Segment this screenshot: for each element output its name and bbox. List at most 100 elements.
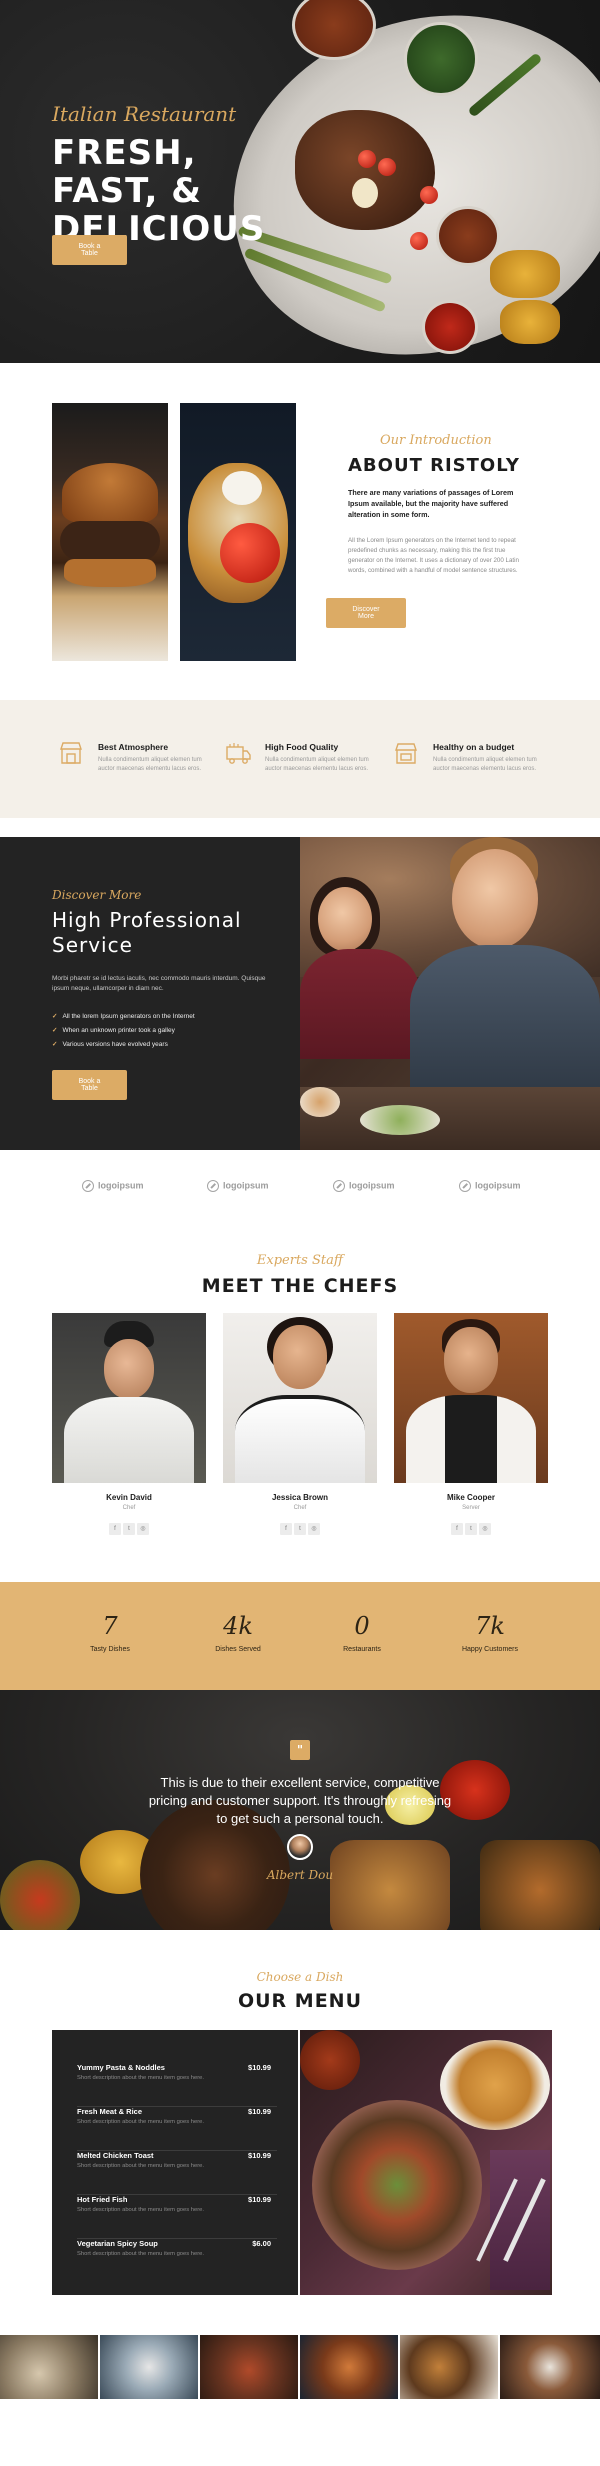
hero-corn-image xyxy=(500,300,560,344)
hero-subtitle: Italian Restaurant xyxy=(52,102,237,126)
gallery-image[interactable] xyxy=(0,2335,98,2399)
hero-sauce-bowl-image xyxy=(436,206,500,266)
partner-logo[interactable]: logoipsum xyxy=(333,1180,395,1192)
menu-item-name: Hot Fried Fish xyxy=(77,2195,128,2204)
menu-item-description: Short description about the menu item go… xyxy=(77,2119,204,2125)
facebook-icon[interactable]: f xyxy=(451,1523,463,1535)
quote-icon: " xyxy=(290,1740,310,1760)
menu-item-price: $10.99 xyxy=(248,2195,271,2204)
facebook-icon[interactable]: f xyxy=(109,1523,121,1535)
grilled-meat-image xyxy=(330,1840,450,1930)
partner-logo-label: logoipsum xyxy=(98,1180,144,1191)
chef-face-image xyxy=(444,1327,498,1393)
twitter-icon[interactable]: t xyxy=(123,1523,135,1535)
book-table-button-2[interactable]: Book a Table xyxy=(52,1070,127,1100)
burger-bottom-image xyxy=(64,559,156,587)
feature-description: Nulla condimentum aliquet elemen tum auc… xyxy=(98,757,202,772)
menu-item-price: $6.00 xyxy=(252,2239,271,2248)
instagram-icon[interactable]: ◎ xyxy=(137,1523,149,1535)
twitter-icon[interactable]: t xyxy=(465,1523,477,1535)
chef-name: Kevin David xyxy=(106,1493,152,1502)
burger-bun-image xyxy=(62,463,158,523)
bread-plate-image xyxy=(300,1087,340,1117)
taco-tomato-image xyxy=(220,523,280,583)
menu-item-name: Melted Chicken Toast xyxy=(77,2151,154,2160)
gallery-image[interactable] xyxy=(100,2335,198,2399)
partner-logo[interactable]: logoipsum xyxy=(82,1180,144,1192)
man-face-image xyxy=(452,849,538,949)
gallery-image[interactable] xyxy=(400,2335,498,2399)
kebab-image xyxy=(480,1840,600,1930)
menu-item-name: Fresh Meat & Rice xyxy=(77,2107,143,2116)
menu-item-price: $10.99 xyxy=(248,2063,271,2072)
chef-card: Mike Cooper Server f t ◎ xyxy=(394,1313,548,1535)
chef-name: Mike Cooper xyxy=(446,1493,495,1502)
chef-name: Jessica Brown xyxy=(271,1493,329,1502)
logoipsum-icon xyxy=(207,1180,219,1192)
menu-item[interactable]: Fresh Meat & Rice $10.99 Short descripti… xyxy=(77,2107,277,2151)
server-vest-image xyxy=(406,1395,536,1483)
taco-image xyxy=(180,403,296,661)
chefs-subtitle: Experts Staff xyxy=(256,1253,344,1268)
gallery-image[interactable] xyxy=(300,2335,398,2399)
chefs-title: MEET THE CHEFS xyxy=(201,1275,399,1297)
about-lead-text: There are many variations of passages of… xyxy=(348,488,514,519)
menu-item[interactable]: Melted Chicken Toast $10.99 Short descri… xyxy=(77,2151,277,2195)
chef-card: Jessica Brown Chef f t ◎ xyxy=(223,1313,377,1535)
stat-item: 7k Happy Customers xyxy=(415,1612,565,1653)
instagram-icon[interactable]: ◎ xyxy=(479,1523,491,1535)
tea-cup-image xyxy=(300,2030,360,2090)
chef-social-links: f t ◎ xyxy=(223,1517,377,1535)
hero-tomato-image xyxy=(358,150,376,168)
croissant-plate-image xyxy=(440,2040,550,2130)
partner-logo[interactable]: logoipsum xyxy=(207,1180,269,1192)
gallery-image[interactable] xyxy=(200,2335,298,2399)
list-item-label: Various versions have evolved years xyxy=(62,1041,168,1048)
list-item-label: All the lorem Ipsum generators on the In… xyxy=(62,1013,195,1020)
hero-tomato-image xyxy=(410,232,428,250)
chef-photo xyxy=(52,1313,206,1483)
book-table-button[interactable]: Book a Table xyxy=(52,235,127,265)
menu-item[interactable]: Hot Fried Fish $10.99 Short description … xyxy=(77,2195,277,2239)
menu-item-name: Vegetarian Spicy Soup xyxy=(77,2239,158,2248)
woman-face-image xyxy=(318,887,372,951)
gallery-image[interactable] xyxy=(500,2335,600,2399)
hero-tomato-image xyxy=(378,158,396,176)
list-item-label: When an unknown printer took a galley xyxy=(62,1027,175,1034)
burger-patty-image xyxy=(60,521,160,561)
hero-title: FRESH, FAST, & DELICIOUS xyxy=(52,133,266,249)
feature-description: Nulla condimentum aliquet elemen tum auc… xyxy=(265,757,369,772)
menu-item-description: Short description about the menu item go… xyxy=(77,2163,204,2169)
partner-logo-label: logoipsum xyxy=(223,1180,269,1191)
chef-role: Server xyxy=(462,1505,480,1511)
list-item: ✓ When an unknown printer took a galley xyxy=(52,1024,195,1038)
budget-shop-icon xyxy=(395,743,417,764)
service-subtitle: Discover More xyxy=(52,888,142,902)
feature-title: High Food Quality xyxy=(265,742,339,752)
menu-item-description: Short description about the menu item go… xyxy=(77,2075,204,2081)
twitter-icon[interactable]: t xyxy=(294,1523,306,1535)
menu-item-price: $10.99 xyxy=(248,2151,271,2160)
partner-logo-label: logoipsum xyxy=(475,1180,521,1191)
partner-logo[interactable]: logoipsum xyxy=(459,1180,521,1192)
service-title: High Professional Service xyxy=(52,908,242,957)
feature-title: Best Atmosphere xyxy=(98,742,169,752)
logoipsum-icon xyxy=(333,1180,345,1192)
facebook-icon[interactable]: f xyxy=(280,1523,292,1535)
hero-butter-image xyxy=(352,178,378,208)
menu-title: OUR MENU xyxy=(237,1990,363,2012)
instagram-icon[interactable]: ◎ xyxy=(308,1523,320,1535)
woman-shirt-image xyxy=(300,949,420,1059)
discover-more-button[interactable]: Discover More xyxy=(326,598,406,628)
testimonial-author: Albert Dou xyxy=(266,1868,334,1882)
chef-role: Chef xyxy=(293,1505,307,1511)
logoipsum-icon xyxy=(459,1180,471,1192)
chef-jacket-image xyxy=(235,1395,365,1483)
menu-item-name: Yummy Pasta & Noddles xyxy=(77,2063,165,2072)
feature-description: Nulla condimentum aliquet elemen tum auc… xyxy=(433,757,537,772)
burger-image xyxy=(52,403,168,661)
menu-item[interactable]: Yummy Pasta & Noddles $10.99 Short descr… xyxy=(77,2063,277,2107)
menu-item-description: Short description about the menu item go… xyxy=(77,2207,204,2213)
menu-item[interactable]: Vegetarian Spicy Soup $6.00 Short descri… xyxy=(77,2239,277,2283)
check-icon: ✓ xyxy=(52,1041,58,1048)
